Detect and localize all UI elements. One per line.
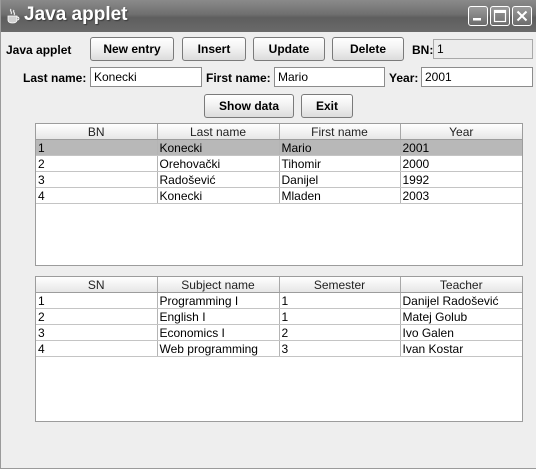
table-row[interactable]: 3 Economics I 2 Ivo Galen <box>36 324 522 341</box>
update-button[interactable]: Update <box>253 37 325 61</box>
table-cell: Konecki <box>157 139 280 156</box>
table-cell: 4 <box>36 187 158 204</box>
delete-button[interactable]: Delete <box>332 37 404 61</box>
last-name-input[interactable] <box>90 67 202 87</box>
column-header-bn[interactable]: BN <box>36 124 158 140</box>
table-cell: Danijel <box>279 171 401 188</box>
column-header-subject-name[interactable]: Subject name <box>157 277 280 293</box>
column-header-sn[interactable]: SN <box>36 277 158 293</box>
first-name-input[interactable] <box>274 67 385 87</box>
window-title: Java applet <box>24 4 128 25</box>
students-table-header: BN Last name First name Year <box>36 124 522 140</box>
table-row[interactable]: 2 English I 1 Matej Golub <box>36 308 522 325</box>
table-cell: Economics I <box>157 324 280 341</box>
table-cell: Mario <box>279 139 401 156</box>
table-cell: Mladen <box>279 187 401 204</box>
subjects-table[interactable]: SN Subject name Semester Teacher 1 Progr… <box>35 276 523 422</box>
minimize-button[interactable] <box>468 6 488 26</box>
minimize-icon <box>473 18 481 21</box>
table-cell: Ivo Galen <box>400 324 522 341</box>
table-cell: Danijel Radošević <box>400 292 522 309</box>
column-header-year[interactable]: Year <box>400 124 522 140</box>
subjects-table-header: SN Subject name Semester Teacher <box>36 277 522 293</box>
table-cell: Ivan Kostar <box>400 340 522 357</box>
exit-button[interactable]: Exit <box>301 94 353 118</box>
show-data-button[interactable]: Show data <box>204 94 294 118</box>
table-cell: 2001 <box>400 139 522 156</box>
table-cell: 3 <box>279 340 401 357</box>
java-cup-icon <box>7 8 20 24</box>
table-cell: Tihomir <box>279 155 401 172</box>
year-label: Year: <box>389 71 419 85</box>
close-icon <box>516 10 528 22</box>
table-row[interactable]: 1 Konecki Mario 2001 <box>36 139 522 156</box>
table-cell: Radošević <box>157 171 280 188</box>
students-table[interactable]: BN Last name First name Year 1 Konecki M… <box>35 123 523 266</box>
table-cell: 3 <box>36 171 158 188</box>
table-cell: Konecki <box>157 187 280 204</box>
applet-window: Java applet Java applet New entry Insert… <box>0 0 536 469</box>
bn-field[interactable]: 1 <box>433 39 533 59</box>
table-row[interactable]: 4 Web programming 3 Ivan Kostar <box>36 340 522 357</box>
table-cell: 3 <box>36 324 158 341</box>
close-button[interactable] <box>512 6 532 26</box>
table-cell: Orehovački <box>157 155 280 172</box>
table-cell: Matej Golub <box>400 308 522 325</box>
table-cell: Programming I <box>157 292 280 309</box>
column-header-teacher[interactable]: Teacher <box>400 277 522 293</box>
last-name-label: Last name: <box>23 71 87 85</box>
table-cell: 1 <box>279 308 401 325</box>
table-cell: 1 <box>36 139 158 156</box>
new-entry-button[interactable]: New entry <box>90 37 174 61</box>
column-header-last-name[interactable]: Last name <box>157 124 280 140</box>
insert-button[interactable]: Insert <box>182 37 246 61</box>
first-name-label: First name: <box>206 71 271 85</box>
table-row[interactable]: 2 Orehovački Tihomir 2000 <box>36 155 522 172</box>
applet-label: Java applet <box>6 43 72 57</box>
maximize-icon <box>493 9 507 23</box>
year-input[interactable] <box>421 67 533 87</box>
column-header-semester[interactable]: Semester <box>279 277 401 293</box>
table-row[interactable]: 4 Konecki Mladen 2003 <box>36 187 522 204</box>
maximize-button[interactable] <box>490 6 510 26</box>
table-cell: 2003 <box>400 187 522 204</box>
bn-label: BN: <box>412 43 434 57</box>
table-row[interactable]: 1 Programming I 1 Danijel Radošević <box>36 292 522 309</box>
table-cell: English I <box>157 308 280 325</box>
table-cell: 1 <box>279 292 401 309</box>
table-cell: 1 <box>36 292 158 309</box>
table-cell: 4 <box>36 340 158 357</box>
table-row[interactable]: 3 Radošević Danijel 1992 <box>36 171 522 188</box>
title-bar[interactable]: Java applet <box>1 0 536 32</box>
table-cell: 2 <box>279 324 401 341</box>
table-cell: 2 <box>36 155 158 172</box>
table-cell: 1992 <box>400 171 522 188</box>
column-header-first-name[interactable]: First name <box>279 124 401 140</box>
table-cell: Web programming <box>157 340 280 357</box>
table-cell: 2000 <box>400 155 522 172</box>
table-cell: 2 <box>36 308 158 325</box>
